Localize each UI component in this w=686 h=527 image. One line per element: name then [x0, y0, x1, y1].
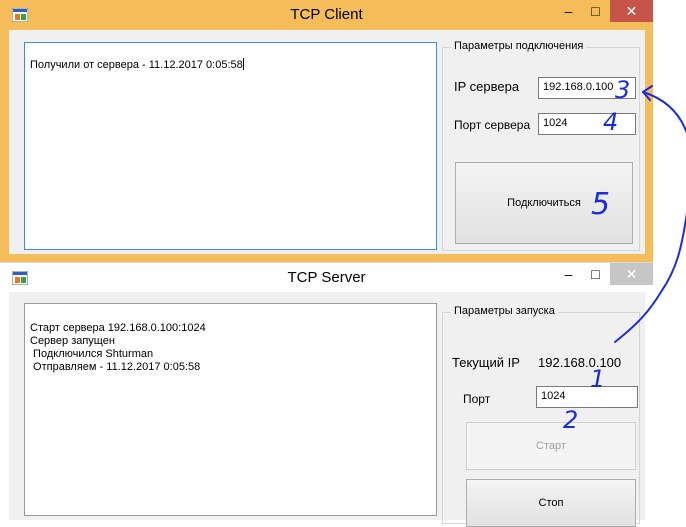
server-port-input[interactable]: 1024	[538, 113, 636, 135]
server-log-line: Сервер запущен	[30, 335, 115, 347]
minimize-button[interactable]: –	[555, 0, 582, 22]
client-titlebar[interactable]: TCP Client – □ ✕	[0, 0, 653, 30]
server-ip-label: IP сервера	[454, 79, 520, 94]
port-label: Порт	[463, 392, 491, 406]
connect-button[interactable]: Подключиться	[455, 162, 633, 244]
close-button[interactable]: ✕	[610, 263, 653, 285]
server-log-line: Старт сервера 192.168.0.100:1024	[30, 322, 206, 334]
server-port-label: Порт сервера	[454, 118, 531, 132]
launch-params-title: Параметры запуска	[451, 305, 558, 317]
current-ip-label: Текущий IP	[452, 355, 520, 370]
port-input[interactable]: 1024	[536, 386, 638, 408]
connection-params-title: Параметры подключения	[451, 40, 587, 52]
client-window: TCP Client – □ ✕ Получили от сервера - 1…	[0, 0, 653, 262]
server-ip-input[interactable]: 192.168.0.100	[538, 77, 636, 99]
connection-params-group: Параметры подключения IP сервера 192.168…	[442, 40, 640, 251]
minimize-button[interactable]: –	[555, 263, 582, 285]
server-log-textbox[interactable]: Старт сервера 192.168.0.100:1024 Сервер …	[24, 303, 437, 516]
launch-params-group: Параметры запуска Текущий IP 192.168.0.1…	[442, 305, 640, 527]
stop-button[interactable]: Стоп	[466, 479, 636, 527]
client-log-line: Получили от сервера - 11.12.2017 0:05:58	[30, 58, 244, 71]
server-window: TCP Server – □ ✕ Старт сервера 192.168.0…	[0, 262, 653, 527]
client-body: Получили от сервера - 11.12.2017 0:05:58…	[9, 30, 645, 254]
server-body: Старт сервера 192.168.0.100:1024 Сервер …	[9, 292, 645, 527]
server-log-line: Подключился Shturman	[30, 348, 154, 360]
current-ip-value: 192.168.0.100	[538, 355, 622, 370]
client-log-textbox[interactable]: Получили от сервера - 11.12.2017 0:05:58	[24, 42, 437, 250]
maximize-button[interactable]: □	[582, 0, 609, 22]
maximize-button[interactable]: □	[582, 263, 609, 285]
start-button[interactable]: Старт	[466, 422, 636, 470]
server-titlebar[interactable]: TCP Server – □ ✕	[0, 263, 653, 293]
text-caret	[242, 58, 244, 70]
server-log-line: Отправляем - 11.12.2017 0:05:58	[30, 361, 201, 373]
close-button[interactable]: ✕	[610, 0, 653, 22]
